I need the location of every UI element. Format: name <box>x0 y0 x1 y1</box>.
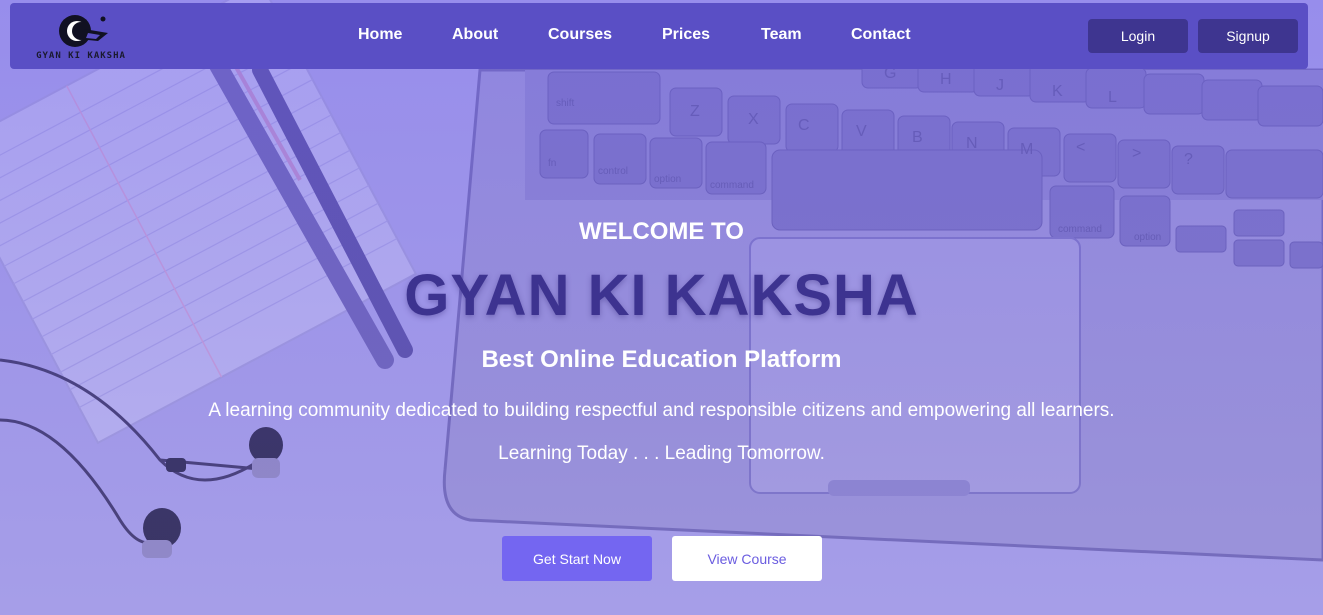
hero-description: A learning community dedicated to buildi… <box>208 400 1115 421</box>
graduation-cap-icon <box>59 15 108 47</box>
hero-motto: Learning Today . . . Leading Tomorrow. <box>498 443 825 464</box>
login-button[interactable]: Login <box>1088 19 1188 53</box>
top-navbar: GYAN KI KAKSHA Home About Courses Prices… <box>10 3 1308 69</box>
signup-button[interactable]: Signup <box>1198 19 1298 53</box>
get-start-now-button[interactable]: Get Start Now <box>502 536 652 581</box>
nav-link-about[interactable]: About <box>452 26 498 44</box>
nav-link-contact[interactable]: Contact <box>851 26 911 44</box>
nav-link-courses[interactable]: Courses <box>548 26 612 44</box>
nav-link-team[interactable]: Team <box>761 26 802 44</box>
hero-welcome: WELCOME TO <box>579 218 744 245</box>
nav-link-prices[interactable]: Prices <box>662 26 710 44</box>
brand-logo[interactable]: GYAN KI KAKSHA <box>28 11 134 63</box>
hero-tagline: Best Online Education Platform <box>481 346 842 373</box>
hero-title: GYAN KI KAKSHA <box>404 263 919 328</box>
view-course-button[interactable]: View Course <box>672 536 822 581</box>
logo-text: GYAN KI KAKSHA <box>36 51 126 61</box>
nav-link-home[interactable]: Home <box>358 26 402 44</box>
